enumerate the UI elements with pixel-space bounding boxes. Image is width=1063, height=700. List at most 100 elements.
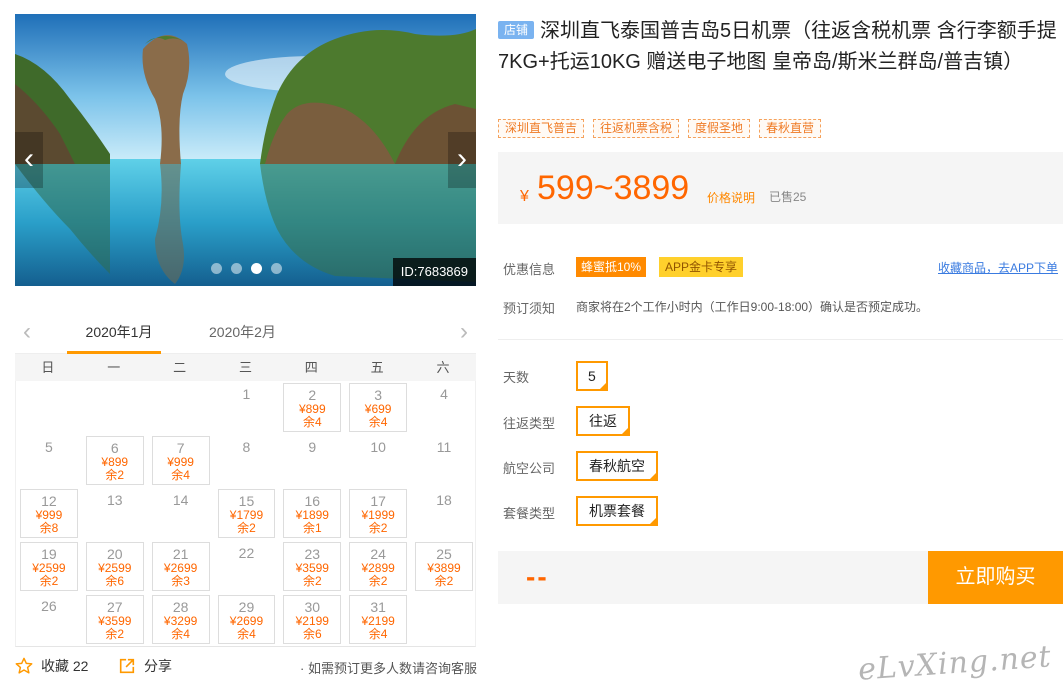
month-tab-indicator (67, 351, 161, 354)
calendar-next-icon[interactable]: › (460, 318, 468, 346)
calendar-day-available[interactable]: 30 ¥2199 余6 (279, 593, 345, 646)
product-image-carousel[interactable]: ‹ › ID:7683869 (15, 14, 476, 286)
calendar-day (411, 593, 477, 646)
island-photo (15, 14, 476, 286)
option-value: 春秋航空 (589, 458, 645, 474)
day-price-box[interactable]: 17 ¥1999 余2 (349, 489, 408, 538)
weekday-label: 二 (173, 360, 187, 375)
calendar-day (82, 381, 148, 434)
day-price-box[interactable]: 30 ¥2199 余6 (283, 595, 342, 644)
day-price-box[interactable]: 15 ¥1799 余2 (217, 489, 276, 538)
calendar-day: 9 (279, 434, 345, 487)
app-order-link[interactable]: 收藏商品，去APP下单 (938, 259, 1058, 276)
calendar-day: 8 (214, 434, 280, 487)
calendar-grid: 1 2 ¥899 余4 3 ¥699 余4 4 5 6 ¥899 余2 7 ¥999 余4 8 9 10 11 12 ¥… (15, 381, 476, 647)
day-price-box[interactable]: 25 ¥3899 余2 (415, 542, 473, 591)
carousel-dot[interactable] (271, 263, 282, 274)
day-stock: 余2 (237, 521, 256, 535)
calendar-day-available[interactable]: 31 ¥2199 余4 (345, 593, 411, 646)
day-price-box[interactable]: 24 ¥2899 余2 (349, 542, 408, 591)
price-box: ¥ 599~3899 价格说明 已售25 (498, 152, 1063, 224)
option-package-ticket[interactable]: 机票套餐 ✓ (576, 496, 658, 526)
calendar-day: 13 (82, 487, 148, 540)
promo-badge-app: APP金卡专享 (659, 257, 744, 277)
day-price-box[interactable]: 23 ¥3599 余2 (283, 542, 342, 591)
calendar-day-available[interactable]: 23 ¥3599 余2 (279, 540, 345, 593)
calendar-day-available[interactable]: 24 ¥2899 余2 (345, 540, 411, 593)
calendar-day-available[interactable]: 19 ¥2599 余2 (16, 540, 82, 593)
notice-label: 预订须知 (503, 301, 556, 316)
favorite-button[interactable]: 收藏 22 (15, 656, 88, 676)
star-icon (15, 657, 33, 674)
calendar-day (16, 381, 82, 434)
day-price-box[interactable]: 3 ¥699 余4 (349, 383, 408, 432)
calendar-day-available[interactable]: 2 ¥899 余4 (279, 381, 345, 434)
day-number: 2 (308, 387, 317, 403)
day-stock: 余4 (237, 627, 256, 641)
calendar-day-available[interactable]: 21 ¥2699 余3 (148, 540, 214, 593)
day-stock: 余4 (171, 627, 190, 641)
option-days-5[interactable]: 5 ✓ (576, 361, 608, 391)
carousel-dot-active[interactable] (251, 263, 262, 274)
share-icon (119, 658, 135, 674)
carousel-prev-arrow[interactable]: ‹ (15, 132, 43, 188)
day-price-box[interactable]: 16 ¥1899 余1 (283, 489, 342, 538)
price-explain-link[interactable]: 价格说明 (707, 189, 755, 206)
month-tab-jan[interactable]: 2020年1月 (79, 322, 159, 342)
option-airline-spring[interactable]: 春秋航空 ✓ (576, 451, 658, 481)
day-stock: 余3 (171, 574, 190, 588)
carousel-dot[interactable] (211, 263, 222, 274)
calendar-day-available[interactable]: 16 ¥1899 余1 (279, 487, 345, 540)
share-button[interactable]: 分享 (118, 656, 172, 676)
calendar-day-available[interactable]: 3 ¥699 余4 (345, 381, 411, 434)
calendar-day-available[interactable]: 6 ¥899 余2 (82, 434, 148, 487)
day-price-box[interactable]: 29 ¥2699 余4 (217, 595, 276, 644)
calendar-day: 22 (214, 540, 280, 593)
calendar-prev-icon[interactable]: ‹ (23, 318, 31, 346)
calendar-day-available[interactable]: 17 ¥1999 余2 (345, 487, 411, 540)
month-tab-feb[interactable]: 2020年2月 (209, 322, 276, 342)
buy-now-button[interactable]: 立即购买 (928, 551, 1063, 604)
day-number: 7 (176, 440, 185, 456)
day-price-box[interactable]: 28 ¥3299 余4 (151, 595, 210, 644)
calendar-day-available[interactable]: 12 ¥999 余8 (16, 487, 82, 540)
price-range: 599~3899 (537, 169, 690, 207)
calendar-day-available[interactable]: 7 ¥999 余4 (148, 434, 214, 487)
product-title: 店铺 深圳直飞泰国普吉岛5日机票（往返含税机票 含行李额手提7KG+托运10KG … (498, 16, 1060, 78)
shop-badge[interactable]: 店铺 (498, 21, 535, 39)
carousel-dot[interactable] (231, 263, 242, 274)
day-number: 16 (304, 493, 321, 509)
day-stock: 余4 (368, 627, 388, 641)
day-price-box[interactable]: 27 ¥3599 余2 (85, 595, 144, 644)
product-tag: 春秋直营 (759, 119, 822, 138)
day-price-box[interactable]: 7 ¥999 余4 (151, 436, 210, 485)
calendar-day-available[interactable]: 29 ¥2699 余4 (214, 593, 280, 646)
day-number: 30 (304, 599, 321, 615)
day-price-box[interactable]: 20 ¥2599 余6 (85, 542, 144, 591)
day-stock: 余2 (302, 574, 322, 588)
calendar-day: 14 (148, 487, 214, 540)
calendar-day-available[interactable]: 28 ¥3299 余4 (148, 593, 214, 646)
day-price-box[interactable]: 12 ¥999 余8 (20, 489, 78, 538)
day-number: 22 (238, 545, 255, 561)
day-number: 25 (436, 546, 452, 562)
day-number: 14 (172, 492, 189, 508)
calendar-day-available[interactable]: 20 ¥2599 余6 (82, 540, 148, 593)
day-stock: 余6 (302, 627, 322, 641)
calendar-day-available[interactable]: 15 ¥1799 余2 (214, 487, 280, 540)
option-trip-roundtrip[interactable]: 往返 ✓ (576, 406, 630, 436)
calendar-day-available[interactable]: 25 ¥3899 余2 (411, 540, 477, 593)
departure-calendar: ‹ 2020年1月 2020年2月 › 日 一 二 三 四 五 六 1 2 ¥899… (15, 310, 476, 647)
day-stock: 余2 (368, 521, 388, 535)
day-price-box[interactable]: 6 ¥899 余2 (85, 436, 144, 485)
day-number: 15 (238, 493, 255, 509)
carousel-next-arrow[interactable]: › (448, 132, 476, 188)
day-number: 12 (41, 493, 57, 509)
check-icon: ✓ (650, 517, 656, 524)
day-price-box[interactable]: 21 ¥2699 余3 (151, 542, 210, 591)
day-price-box[interactable]: 2 ¥899 余4 (283, 383, 342, 432)
weekday-label: 五 (370, 360, 384, 375)
calendar-day-available[interactable]: 27 ¥3599 余2 (82, 593, 148, 646)
day-price-box[interactable]: 31 ¥2199 余4 (349, 595, 408, 644)
day-price-box[interactable]: 19 ¥2599 余2 (20, 542, 78, 591)
